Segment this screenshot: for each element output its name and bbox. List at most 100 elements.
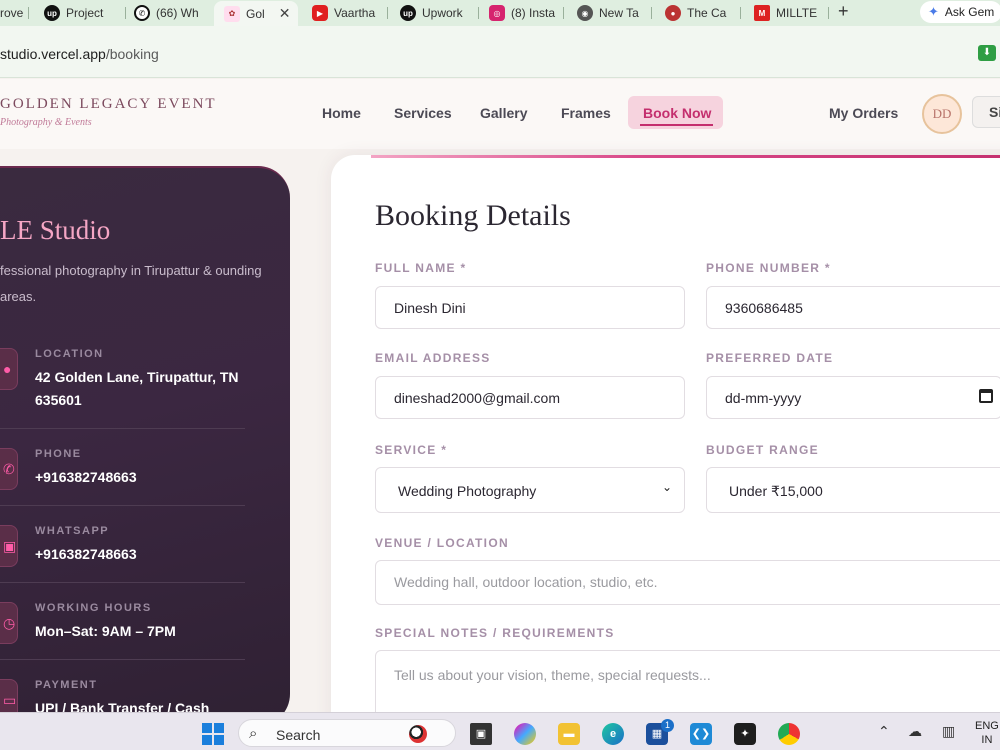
chevron-down-icon: ⌄ — [661, 480, 672, 494]
contact-value: 42 Golden Lane, Tirupattur, TN 635601 — [35, 369, 239, 408]
url-field[interactable]: studio.vercel.app/booking — [0, 46, 159, 62]
browser-tab-active[interactable]: ✿ Gol ✕ — [214, 1, 298, 26]
browser-tab[interactable]: rove — [0, 2, 24, 24]
new-tab-button[interactable]: + — [838, 1, 849, 22]
network-icon[interactable]: ▥ — [942, 723, 955, 740]
copilot-icon[interactable] — [514, 723, 536, 745]
task-view-icon[interactable]: ▣ — [470, 723, 492, 745]
chevron-up-icon[interactable]: ⌃ — [878, 723, 890, 740]
divider — [0, 582, 245, 583]
browser-tab[interactable]: M MILLTE — [754, 2, 822, 24]
windows-taskbar: ⌕ Search ▣ ▬ e ▦ 1 ❮❯ ✦ ⌃ ☁ ▥ ENG IN — [0, 712, 1000, 750]
service-label: SERVICE * — [375, 443, 448, 457]
figma-icon[interactable]: ✦ — [734, 723, 756, 745]
date-input[interactable]: dd-mm-yyyy — [706, 376, 1000, 419]
close-tab-icon[interactable]: ✕ — [279, 5, 291, 22]
email-label: EMAIL ADDRESS — [375, 351, 491, 365]
tab-separator — [563, 7, 564, 19]
ask-gemini-button[interactable]: ✦ Ask Gem — [920, 1, 1000, 23]
divider — [0, 505, 245, 506]
nav-home[interactable]: Home — [322, 105, 361, 121]
site-header: GOLDEN LEGACY EVENT Photography & Events… — [0, 79, 1000, 149]
tab-label: Gol — [246, 6, 265, 21]
browser-tab[interactable]: ◎ (8) Insta — [489, 2, 557, 24]
notes-label: SPECIAL NOTES / REQUIREMENTS — [375, 626, 615, 640]
location-pin-icon: ● — [0, 348, 18, 390]
studio-description: fessional photography in Tirupattur & ou… — [0, 263, 262, 304]
browser-tab[interactable]: ▶ Vaartha — [312, 2, 382, 24]
phone-input[interactable]: 9360686485 — [706, 286, 1000, 329]
lang-region: IN — [981, 734, 993, 746]
tab-separator — [828, 7, 829, 19]
upwork-icon: up — [44, 5, 60, 21]
contact-label: PAYMENT — [35, 679, 98, 691]
book-now-label: Book Now — [643, 105, 712, 121]
cloud-icon[interactable]: ☁ — [908, 723, 922, 740]
file-explorer-icon[interactable]: ▬ — [558, 723, 580, 745]
divider — [0, 428, 245, 429]
contact-phone[interactable]: ✆ PHONE +916382748663 — [0, 448, 250, 498]
tab-separator — [387, 7, 388, 19]
brand-logo-text[interactable]: GOLDEN LEGACY EVENT — [0, 96, 217, 113]
divider — [0, 659, 245, 660]
tab-label: (8) Insta — [511, 6, 556, 20]
calendar-icon[interactable] — [979, 389, 993, 403]
active-nav-underline — [640, 124, 713, 126]
service-value: Wedding Photography — [398, 483, 537, 499]
venue-label: VENUE / LOCATION — [375, 536, 509, 550]
browser-tab[interactable]: up Project — [44, 2, 122, 24]
nav-my-orders[interactable]: My Orders — [829, 105, 898, 121]
nav-book-now[interactable]: Book Now — [628, 96, 723, 129]
full-name-input[interactable]: Dinesh Dini — [375, 286, 685, 329]
tab-label: Project — [66, 6, 104, 20]
notification-badge: 1 — [661, 719, 674, 732]
sign-out-button[interactable]: Si — [972, 96, 1000, 128]
gemini-sparkle-icon: ✦ — [928, 4, 939, 19]
tab-label: rove — [0, 6, 24, 20]
instagram-icon: ◎ — [489, 5, 505, 21]
clock-icon: ◷ — [0, 602, 18, 644]
contact-value: +916382748663 — [35, 546, 137, 562]
budget-select[interactable]: Under ₹15,000 — [706, 467, 1000, 513]
tab-separator — [125, 7, 126, 19]
email-input[interactable]: dineshad2000@gmail.com — [375, 376, 685, 419]
contact-value: +916382748663 — [35, 469, 137, 485]
tab-label: Vaartha — [334, 6, 376, 20]
browser-tab[interactable]: ✆ (66) Wh — [134, 2, 206, 24]
studio-title: LE Studio — [0, 215, 111, 245]
contact-label: PHONE — [35, 448, 82, 460]
nav-gallery[interactable]: Gallery — [480, 105, 527, 121]
service-select[interactable]: Wedding Photography ⌄ — [375, 467, 685, 513]
edge-icon[interactable]: e — [602, 723, 624, 745]
tab-label: New Ta — [599, 6, 639, 20]
user-avatar[interactable]: DD — [922, 94, 962, 134]
url-path: /booking — [105, 46, 159, 62]
language-indicator[interactable]: ENG IN — [975, 719, 999, 747]
nav-frames[interactable]: Frames — [561, 105, 611, 121]
tab-label: MILLTE — [776, 6, 818, 20]
soccer-ball-icon — [409, 725, 427, 743]
nav-services[interactable]: Services — [394, 105, 452, 121]
browser-tab[interactable]: ● The Ca — [665, 2, 731, 24]
tab-separator — [740, 7, 741, 19]
contact-whatsapp[interactable]: ▣ WHATSAPP +916382748663 — [0, 525, 250, 575]
taskbar-search[interactable]: ⌕ Search — [238, 719, 456, 747]
brand-tagline: Photography & Events — [0, 117, 92, 128]
search-label: Search — [276, 727, 321, 743]
browser-tab[interactable]: up Upwork — [400, 2, 474, 24]
phone-icon: ✆ — [0, 448, 18, 490]
whatsapp-icon: ✆ — [134, 5, 150, 21]
search-icon: ⌕ — [249, 725, 258, 742]
phone-label: PHONE NUMBER * — [706, 261, 831, 275]
venue-input[interactable]: Wedding hall, outdoor location, studio, … — [375, 560, 1000, 605]
tab-separator — [651, 7, 652, 19]
booking-form-card: Booking Details FULL NAME * Dinesh Dini … — [331, 155, 1000, 725]
address-bar: studio.vercel.app/booking ⬇ — [0, 26, 1000, 78]
chrome-icon[interactable] — [778, 723, 800, 745]
contact-label: LOCATION — [35, 348, 104, 360]
windows-start-icon[interactable] — [202, 723, 224, 745]
vscode-icon[interactable]: ❮❯ — [690, 723, 712, 745]
extension-icon[interactable]: ⬇ — [978, 45, 996, 61]
browser-tab[interactable]: ◉ New Ta — [577, 2, 643, 24]
studio-info-card: LE Studio fessional photography in Tirup… — [0, 166, 290, 726]
